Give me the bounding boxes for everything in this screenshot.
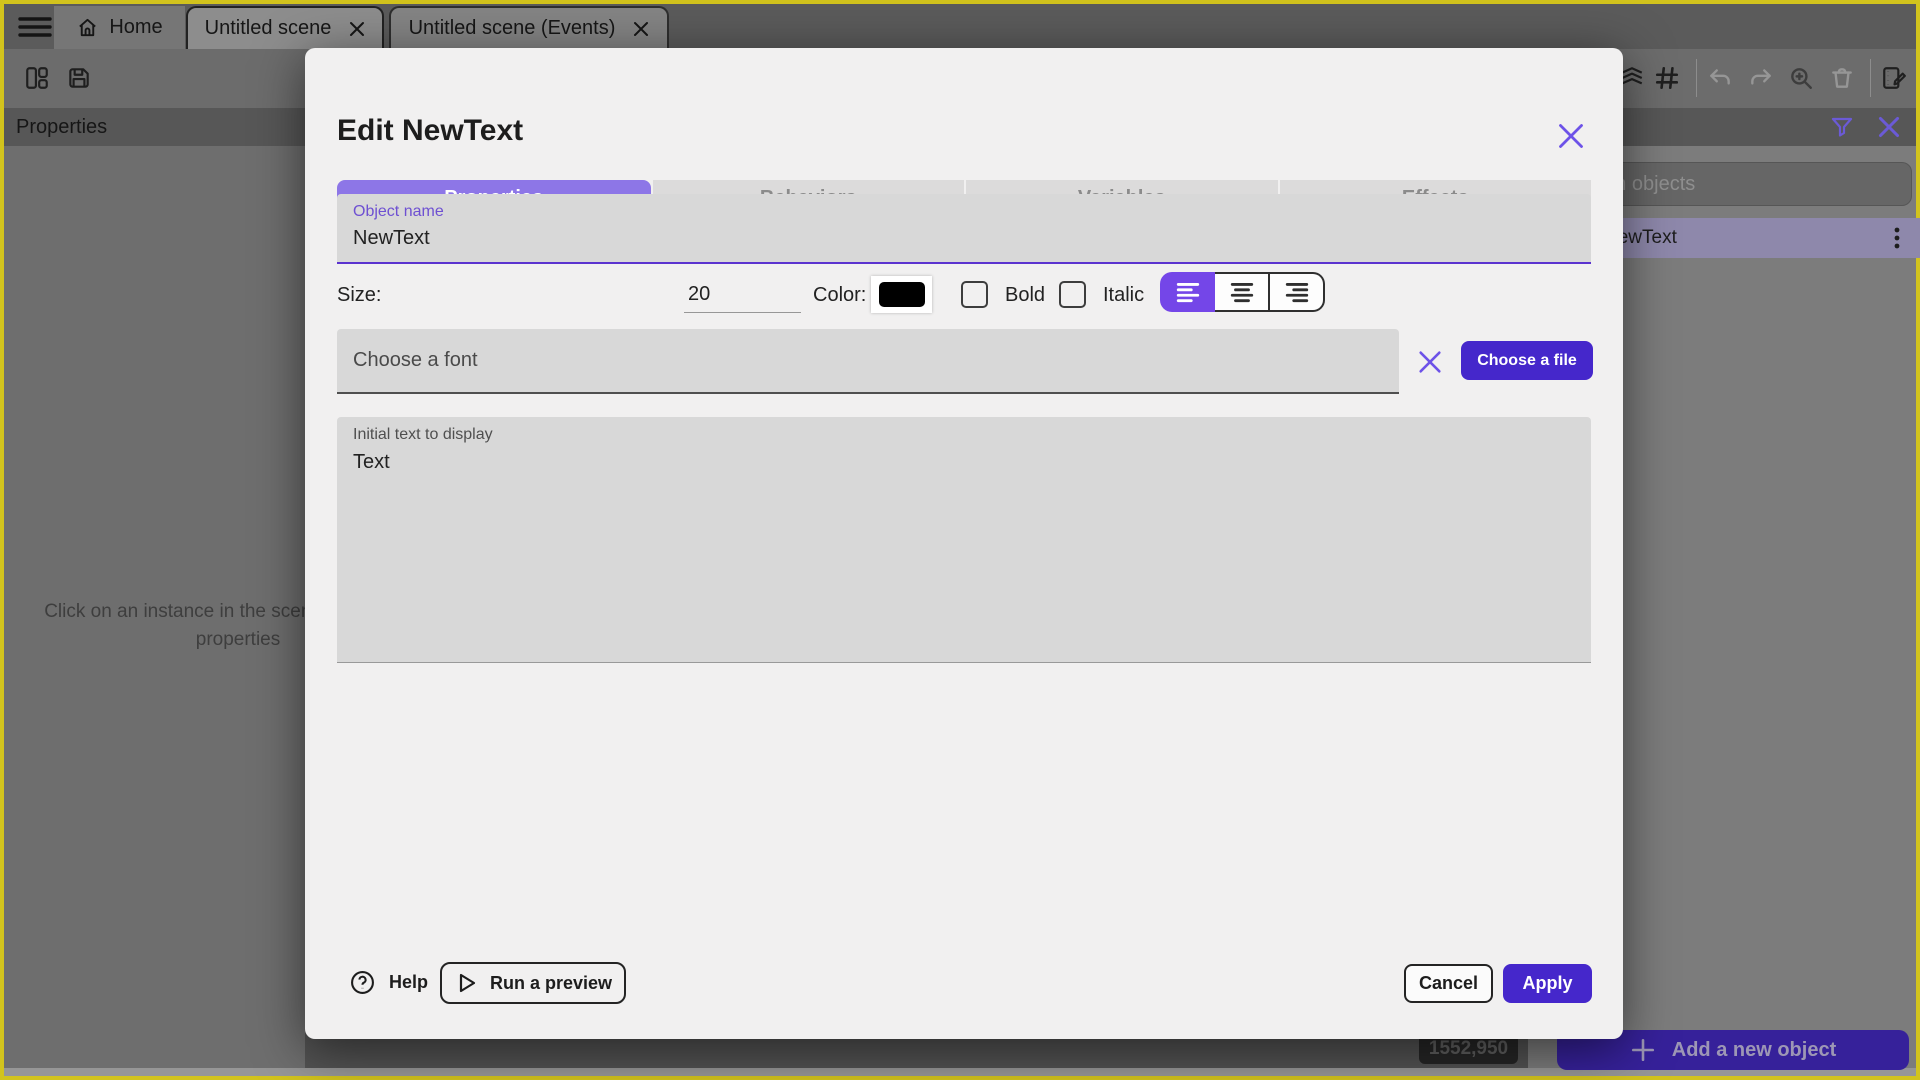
edit-scene-events-icon[interactable] bbox=[1881, 65, 1907, 91]
toolbar-separator bbox=[1696, 59, 1697, 97]
redo-icon[interactable] bbox=[1748, 65, 1774, 91]
cancel-label: Cancel bbox=[1418, 973, 1479, 993]
save-icon[interactable] bbox=[66, 65, 92, 91]
color-swatch[interactable] bbox=[871, 276, 932, 313]
size-label: Size: bbox=[337, 284, 382, 306]
grid-icon[interactable] bbox=[1654, 65, 1680, 91]
layout-panels-icon[interactable] bbox=[24, 65, 50, 91]
align-left-button[interactable] bbox=[1160, 272, 1215, 312]
cancel-button[interactable]: Cancel bbox=[1404, 964, 1493, 1003]
italic-checkbox[interactable] bbox=[1059, 281, 1086, 308]
top-bar: Home Untitled scene Untitled scene (Even… bbox=[4, 4, 1916, 49]
zoom-in-icon[interactable] bbox=[1788, 65, 1814, 91]
color-label: Color: bbox=[813, 284, 867, 306]
home-icon bbox=[76, 16, 99, 39]
add-new-object-label: Add a new object bbox=[1671, 1038, 1837, 1061]
text-alignment-group bbox=[1160, 272, 1325, 312]
help-label: Help bbox=[389, 972, 429, 992]
edit-object-dialog: Edit NewText Properties Behaviors Variab… bbox=[305, 48, 1623, 1039]
tab-untitled-scene-label: Untitled scene bbox=[204, 17, 332, 39]
apply-label: Apply bbox=[1522, 973, 1573, 993]
tab-home-label: Home bbox=[109, 16, 163, 38]
plus-icon bbox=[1630, 1037, 1656, 1063]
app-window: Home Untitled scene Untitled scene (Even… bbox=[0, 0, 1920, 1080]
properties-panel: Click on an instance in the scene to dis… bbox=[4, 146, 432, 1068]
close-icon[interactable] bbox=[1878, 116, 1900, 138]
initial-text-field-value[interactable]: Text bbox=[353, 451, 390, 474]
filter-icon[interactable] bbox=[1830, 115, 1854, 139]
object-name-field[interactable]: Object name NewText bbox=[337, 194, 1591, 264]
align-right-button[interactable] bbox=[1270, 272, 1325, 312]
close-icon[interactable] bbox=[633, 21, 649, 37]
undo-icon[interactable] bbox=[1707, 65, 1733, 91]
choose-file-button[interactable]: Choose a file bbox=[1461, 341, 1593, 380]
dialog-title: Edit NewText bbox=[337, 114, 524, 147]
bold-checkbox[interactable] bbox=[961, 281, 988, 308]
close-icon[interactable] bbox=[349, 21, 365, 37]
dialog-close-icon[interactable] bbox=[1557, 122, 1585, 150]
tab-untitled-scene-events[interactable]: Untitled scene (Events) bbox=[389, 6, 669, 49]
color-swatch-value bbox=[878, 282, 925, 307]
tab-untitled-scene-events-label: Untitled scene (Events) bbox=[408, 17, 616, 39]
size-input[interactable]: 20 bbox=[684, 283, 801, 313]
bold-label: Bold bbox=[1005, 284, 1046, 306]
properties-panel-header: Properties bbox=[4, 108, 305, 146]
toolbar-separator bbox=[1870, 59, 1871, 97]
clear-font-icon[interactable] bbox=[1416, 348, 1444, 376]
run-preview-label: Run a preview bbox=[489, 972, 613, 993]
object-name-field-value[interactable]: NewText bbox=[353, 227, 430, 250]
coords-value: 1552,950 bbox=[1428, 1038, 1509, 1059]
play-icon bbox=[454, 971, 478, 995]
align-center-button[interactable] bbox=[1215, 272, 1270, 312]
tab-untitled-scene[interactable]: Untitled scene bbox=[186, 6, 384, 49]
run-preview-button[interactable]: Run a preview bbox=[440, 962, 626, 1004]
italic-label: Italic bbox=[1103, 284, 1145, 306]
object-name-field-label: Object name bbox=[353, 203, 444, 220]
properties-panel-title: Properties bbox=[16, 115, 108, 138]
font-field[interactable]: Choose a font bbox=[337, 329, 1399, 394]
tab-home[interactable]: Home bbox=[54, 6, 185, 49]
initial-text-field-label: Initial text to display bbox=[353, 426, 493, 443]
hamburger-menu-icon[interactable] bbox=[18, 15, 52, 39]
choose-file-label: Choose a file bbox=[1477, 351, 1577, 369]
apply-button[interactable]: Apply bbox=[1503, 964, 1592, 1003]
help-icon bbox=[350, 970, 375, 995]
initial-text-field[interactable]: Initial text to display Text bbox=[337, 417, 1591, 663]
trash-icon[interactable] bbox=[1829, 65, 1855, 91]
kebab-menu-icon[interactable] bbox=[1894, 226, 1900, 250]
help-button[interactable]: Help bbox=[350, 970, 428, 995]
font-field-placeholder: Choose a font bbox=[353, 349, 478, 371]
